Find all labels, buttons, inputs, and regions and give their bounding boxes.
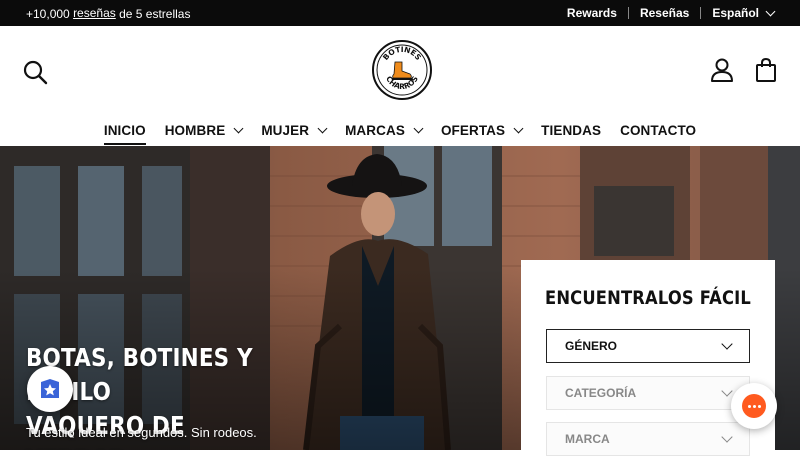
boot-logo-icon: BOTINES CHARROS [376,44,428,96]
nav-label: TIENDAS [541,122,602,138]
chat-button[interactable] [731,383,777,429]
reviews-count: +10,000 [26,6,70,21]
main-navigation: INICIO HOMBRE MUJER MARCAS OFERTAS TIEND… [0,118,800,146]
chevron-down-icon [413,123,424,133]
nav-label: HOMBRE [164,122,226,138]
search-button[interactable] [21,58,49,86]
cart-button[interactable] [752,56,780,84]
announcement-bar: +10,000 reseñas de 5 estrellas Rewards R… [0,0,800,26]
chevron-down-icon [721,337,733,350]
brand-select[interactable]: MARCA [546,422,750,456]
nav-item-contacto[interactable]: CONTACTO [620,118,696,142]
chevron-down-icon [513,123,524,133]
nav-label: INICIO [103,122,146,138]
star-badge-icon [41,379,59,398]
nav-item-marcas[interactable]: MARCAS [345,118,424,142]
language-label: Español [712,6,759,20]
finder-title: ENCUENTRALOS FÁCIL [544,287,751,309]
nav-item-tiendas[interactable]: TIENDAS [541,118,601,142]
nav-item-hombre[interactable]: HOMBRE [164,118,244,142]
chevron-down-icon [721,430,733,443]
nav-label: MUJER [261,122,310,138]
reviews-link[interactable]: reseñas [73,6,116,20]
nav-item-mujer[interactable]: MUJER [261,118,328,142]
reviews-announcement: +10,000 reseñas de 5 estrellas [26,6,190,21]
brand-select-label: MARCA [565,432,610,446]
gender-select[interactable]: GÉNERO [546,329,750,363]
user-icon [711,58,733,82]
reviews-badge-button[interactable] [27,366,73,412]
reviews-nav-link[interactable]: Reseñas [629,6,700,20]
chevron-down-icon [721,384,733,397]
utility-links: Rewards Reseñas Español [556,6,776,20]
hero-subtitle: Tu estilo ideal en segundos. Sin rodeos. [26,425,257,440]
search-icon [23,60,48,85]
brand-logo[interactable]: BOTINES CHARROS [372,40,432,100]
chevron-down-icon [765,6,776,16]
shopping-bag-icon [756,57,776,82]
chevron-down-icon [233,123,244,133]
chevron-down-icon [317,123,328,133]
language-selector[interactable]: Español [701,6,776,20]
reviews-suffix: de 5 estrellas [119,6,191,21]
nav-item-ofertas[interactable]: OFERTAS [440,118,524,142]
nav-item-inicio[interactable]: INICIO [103,118,146,145]
nav-label: MARCAS [345,122,405,138]
gender-select-label: GÉNERO [565,339,618,353]
category-select[interactable]: CATEGORÍA [546,376,750,410]
site-header: BOTINES CHARROS [0,26,800,118]
nav-label: CONTACTO [620,122,697,138]
rewards-link[interactable]: Rewards [556,6,628,20]
chat-icon [742,394,766,418]
category-select-label: CATEGORÍA [565,386,637,400]
account-button[interactable] [708,56,736,84]
nav-label: OFERTAS [440,122,506,138]
